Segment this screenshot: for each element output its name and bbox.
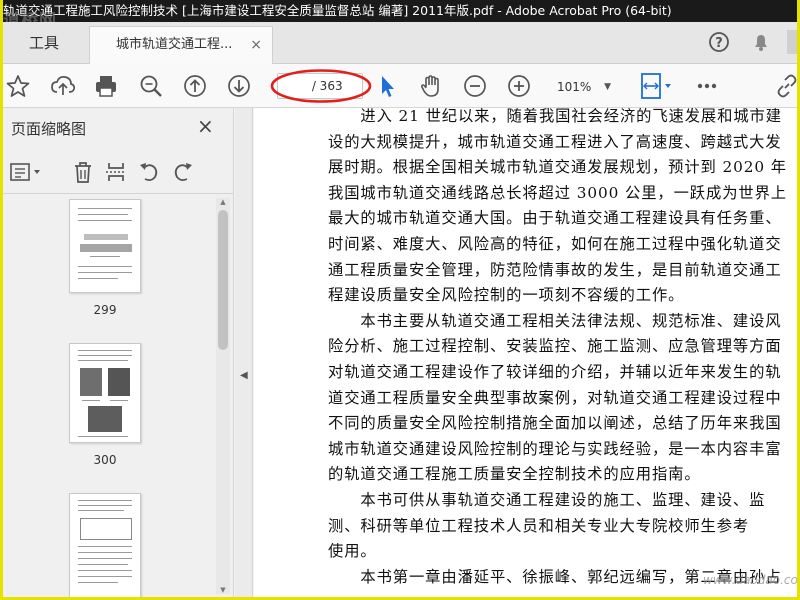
tab-bar-edge bbox=[787, 30, 797, 54]
document-line: 时间紧、难度大、风险高的特征，如何在施工过程中强化轨道交 bbox=[328, 234, 782, 253]
rotate-left-icon[interactable] bbox=[137, 160, 161, 184]
document-line: 最大的城市轨道交通大国。由于轨道交通工程建设具有任务重、 bbox=[328, 209, 782, 228]
thumbnail-scrollbar[interactable]: ▲ ▼ bbox=[216, 198, 230, 594]
document-line bbox=[328, 590, 797, 597]
window-title: 轨道交通工程施工风险控制技术 [上海市建设工程安全质量监督总站 编著] 2011… bbox=[3, 3, 672, 18]
prev-page-icon[interactable] bbox=[181, 72, 209, 100]
document-line: 不同的质量安全风险控制措施全面加以阐述，总结了历年来我国 bbox=[328, 414, 782, 433]
tab-document-label: 城市轨道交通工程... bbox=[116, 37, 233, 52]
scrollbar-thumb[interactable] bbox=[218, 210, 228, 350]
document-line: 险分析、施工过程控制、安装监控、施工监测、应急管理等方面 bbox=[328, 337, 782, 356]
upload-cloud-icon[interactable] bbox=[49, 72, 77, 100]
document-line: 本书主要从轨道交通工程相关法律法规、规范标准、建设风 bbox=[328, 311, 782, 330]
document-line: 我国城市轨道交通线路总长将超过 3000 公里，一跃成为世界上 bbox=[328, 183, 787, 202]
svg-text:?: ? bbox=[715, 36, 723, 51]
zoom-out-icon[interactable] bbox=[461, 72, 489, 100]
zoom-level-select[interactable]: 101% ▼ bbox=[551, 76, 615, 98]
page-thumbnails-panel: 页面缩略图 × 299 300 ▲ ▼ bbox=[3, 108, 234, 597]
document-line: 使用。 bbox=[328, 542, 377, 561]
thumbnail-list: 299 300 bbox=[3, 195, 234, 597]
document-line: 通工程质量安全管理，防范险情事故的发生，是目前轨道交通工 bbox=[328, 260, 782, 279]
document-line: 的轨道交通工程施工质量安全控制技术的应用指南。 bbox=[328, 465, 701, 484]
thumbnail-page-number: 299 bbox=[93, 303, 117, 317]
thumbnail-page[interactable] bbox=[69, 493, 141, 597]
thumbnail-toolbar bbox=[3, 148, 234, 194]
help-icon[interactable]: ? bbox=[707, 30, 731, 54]
document-line: 城市轨道交通建设风险控制的理论与实践经验，是一本内容丰富 bbox=[328, 439, 782, 458]
zoom-in-icon[interactable] bbox=[505, 72, 533, 100]
collapse-arrow-icon[interactable]: ◀ bbox=[240, 370, 248, 381]
bookmark-star-icon[interactable] bbox=[4, 72, 32, 100]
tab-document[interactable]: 城市轨道交通工程... × bbox=[89, 26, 273, 64]
zoom-level-value: 101% bbox=[557, 80, 592, 94]
page-number-field[interactable]: / 363 bbox=[277, 73, 363, 99]
close-tab-button[interactable]: × bbox=[250, 27, 262, 63]
document-line: 进入 21 世纪以来，随着我国社会经济的飞速发展和城市建 bbox=[328, 108, 782, 125]
document-line: 测、科研等单位工程技术人员和相关专业大专院校师生参考 bbox=[328, 516, 750, 535]
thumbnail-page[interactable] bbox=[69, 343, 141, 443]
document-page-text: 进入 21 世纪以来，随着我国社会经济的飞速发展和城市建 设的大规模提升，城市轨道… bbox=[328, 108, 797, 597]
document-line: 本书可供从事轨道交通工程建设的施工、监理、建设、监 bbox=[328, 490, 766, 509]
site-watermark: www.daodao.com bbox=[703, 573, 797, 587]
document-line: 设的大规模提升，城市轨道交通工程进入了高速度、跨越式大发 bbox=[328, 132, 782, 151]
tab-bar: 工具 城市轨道交通工程... × ? bbox=[3, 22, 797, 64]
fit-page-icon[interactable] bbox=[639, 72, 675, 100]
thumbnail-page-number: 300 bbox=[93, 453, 117, 467]
scroll-up-icon[interactable]: ▲ bbox=[218, 198, 228, 206]
document-line: 展时期。根据全国相关城市轨道交通发展规划，预计到 2020 年 bbox=[328, 158, 787, 177]
panel-collapse-strip[interactable]: ◀ bbox=[235, 108, 253, 597]
chevron-down-icon: ▼ bbox=[604, 82, 611, 92]
close-panel-button[interactable]: × bbox=[197, 114, 214, 138]
page-total: / 363 bbox=[311, 79, 343, 93]
more-icon[interactable] bbox=[693, 72, 721, 100]
find-zoom-icon[interactable] bbox=[137, 72, 165, 100]
main-toolbar: / 363 101% ▼ bbox=[3, 64, 797, 108]
document-view[interactable]: 进入 21 世纪以来，随着我国社会经济的飞速发展和城市建 设的大规模提升，城市轨道… bbox=[254, 108, 797, 597]
share-link-icon[interactable] bbox=[773, 72, 797, 100]
document-line: 程建设质量安全风险控制的一项刻不容缓的工作。 bbox=[328, 286, 685, 305]
select-cursor-icon[interactable] bbox=[373, 72, 401, 100]
next-page-icon[interactable] bbox=[225, 72, 253, 100]
rotate-right-icon[interactable] bbox=[171, 160, 195, 184]
title-bar: 轨道交通工程施工风险控制技术 [上海市建设工程安全质量监督总站 编著] 2011… bbox=[3, 0, 797, 22]
tab-tools[interactable]: 工具 bbox=[3, 22, 85, 64]
thumbnail-page[interactable] bbox=[69, 199, 141, 293]
document-line: 对轨道交通工程建设作了较详细的介绍，并辅以近年来发生的轨 bbox=[328, 362, 782, 381]
extract-page-icon[interactable] bbox=[104, 160, 128, 184]
thumbnail-options-icon[interactable] bbox=[9, 160, 45, 184]
print-icon[interactable] bbox=[92, 72, 120, 100]
delete-page-icon[interactable] bbox=[71, 160, 95, 184]
notification-bell-icon[interactable] bbox=[749, 30, 773, 54]
scroll-down-icon[interactable]: ▼ bbox=[218, 586, 228, 594]
acrobat-window: 轨道交通工程施工风险控制技术 [上海市建设工程安全质量监督总站 编著] 2011… bbox=[3, 0, 797, 597]
document-line: 道交通工程质量安全典型事故案例，对轨道交通工程建设过程中 bbox=[328, 388, 782, 407]
panel-title: 页面缩略图 bbox=[11, 120, 87, 138]
hand-tool-icon[interactable] bbox=[417, 72, 445, 100]
